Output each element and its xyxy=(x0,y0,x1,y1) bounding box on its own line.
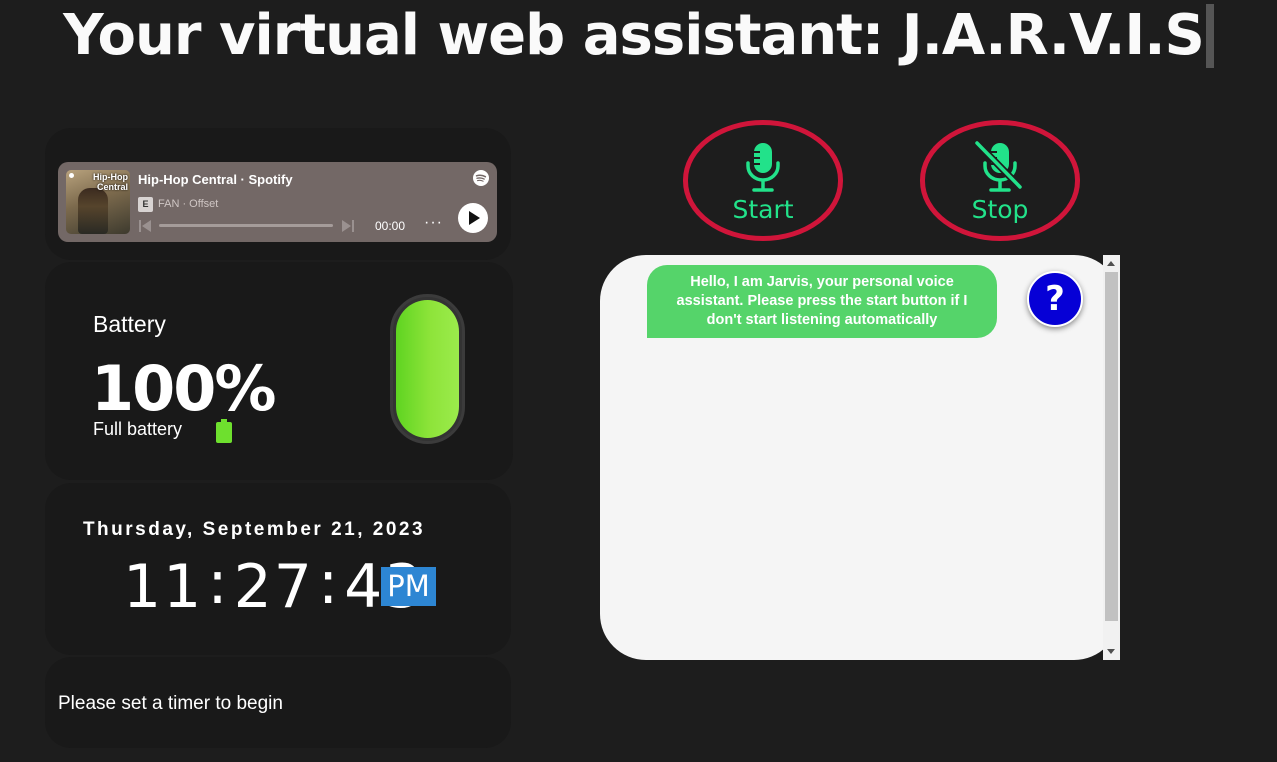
next-track-icon[interactable] xyxy=(340,218,356,234)
clock-separator: : xyxy=(317,548,341,618)
timer-message: Please set a timer to begin xyxy=(58,693,283,714)
start-button-label: Start xyxy=(732,195,794,224)
stop-button-label: Stop xyxy=(971,195,1029,224)
spotify-embed-player[interactable]: Hip-Hop Central Hip-Hop Central · Spotif… xyxy=(58,162,497,242)
chat-message-jarvis: Hello, I am Jarvis, your personal voice … xyxy=(647,265,997,338)
album-cover-text: Hip-Hop Central xyxy=(93,172,128,192)
battery-gauge-fill xyxy=(396,300,459,438)
clock-time: 11:27:43 xyxy=(123,549,425,622)
battery-status: Full battery xyxy=(93,419,183,439)
timer-card: Please set a timer to begin xyxy=(45,657,511,748)
battery-icon xyxy=(216,419,232,443)
battery-card: Battery 100% Full battery xyxy=(45,262,513,480)
stop-button[interactable]: Stop xyxy=(920,120,1080,241)
microphone-off-icon xyxy=(974,141,1023,192)
text-caret xyxy=(1205,3,1214,68)
scroll-up-icon[interactable] xyxy=(1107,261,1115,266)
more-options-icon[interactable]: ··· xyxy=(424,214,443,232)
battery-label: Battery xyxy=(93,311,166,337)
album-cover: Hip-Hop Central xyxy=(66,170,130,234)
album-figure xyxy=(78,188,108,234)
track-time: 00:00 xyxy=(375,219,406,233)
help-button[interactable]: ? xyxy=(1027,271,1083,327)
scroll-down-icon[interactable] xyxy=(1107,649,1115,654)
progress-bar[interactable] xyxy=(159,224,333,227)
clock-date: Thursday, September 21, 2023 xyxy=(82,519,426,540)
playlist-title[interactable]: Hip-Hop Central · Spotify xyxy=(138,172,293,187)
track-info[interactable]: FAN · Offset xyxy=(158,198,218,210)
clock-hours: 11 xyxy=(123,552,204,622)
clock-minutes: 27 xyxy=(233,552,314,622)
spotify-card: Hip-Hop Central Hip-Hop Central · Spotif… xyxy=(45,128,511,260)
start-button[interactable]: Start xyxy=(683,120,843,241)
clock-ampm-badge: PM xyxy=(381,567,436,606)
scrollbar-thumb[interactable] xyxy=(1105,272,1118,621)
page-title: Your virtual web assistant: J.A.R.V.I.S xyxy=(0,2,1277,70)
play-button[interactable] xyxy=(458,203,488,233)
album-dot xyxy=(69,173,74,178)
spotify-logo-icon[interactable] xyxy=(473,170,489,186)
microphone-icon xyxy=(746,143,780,192)
page-title-text: Your virtual web assistant: J.A.R.V.I.S xyxy=(63,3,1205,68)
chat-scrollbar[interactable] xyxy=(1103,255,1120,660)
chat-panel[interactable]: Hello, I am Jarvis, your personal voice … xyxy=(600,255,1120,660)
battery-gauge xyxy=(390,294,465,444)
clock-separator: : xyxy=(207,548,230,618)
explicit-badge: E xyxy=(138,197,153,212)
clock-card: Thursday, September 21, 2023 11:27:43 PM xyxy=(45,483,511,655)
battery-percent: 100% xyxy=(91,352,277,425)
previous-track-icon[interactable] xyxy=(137,218,153,234)
